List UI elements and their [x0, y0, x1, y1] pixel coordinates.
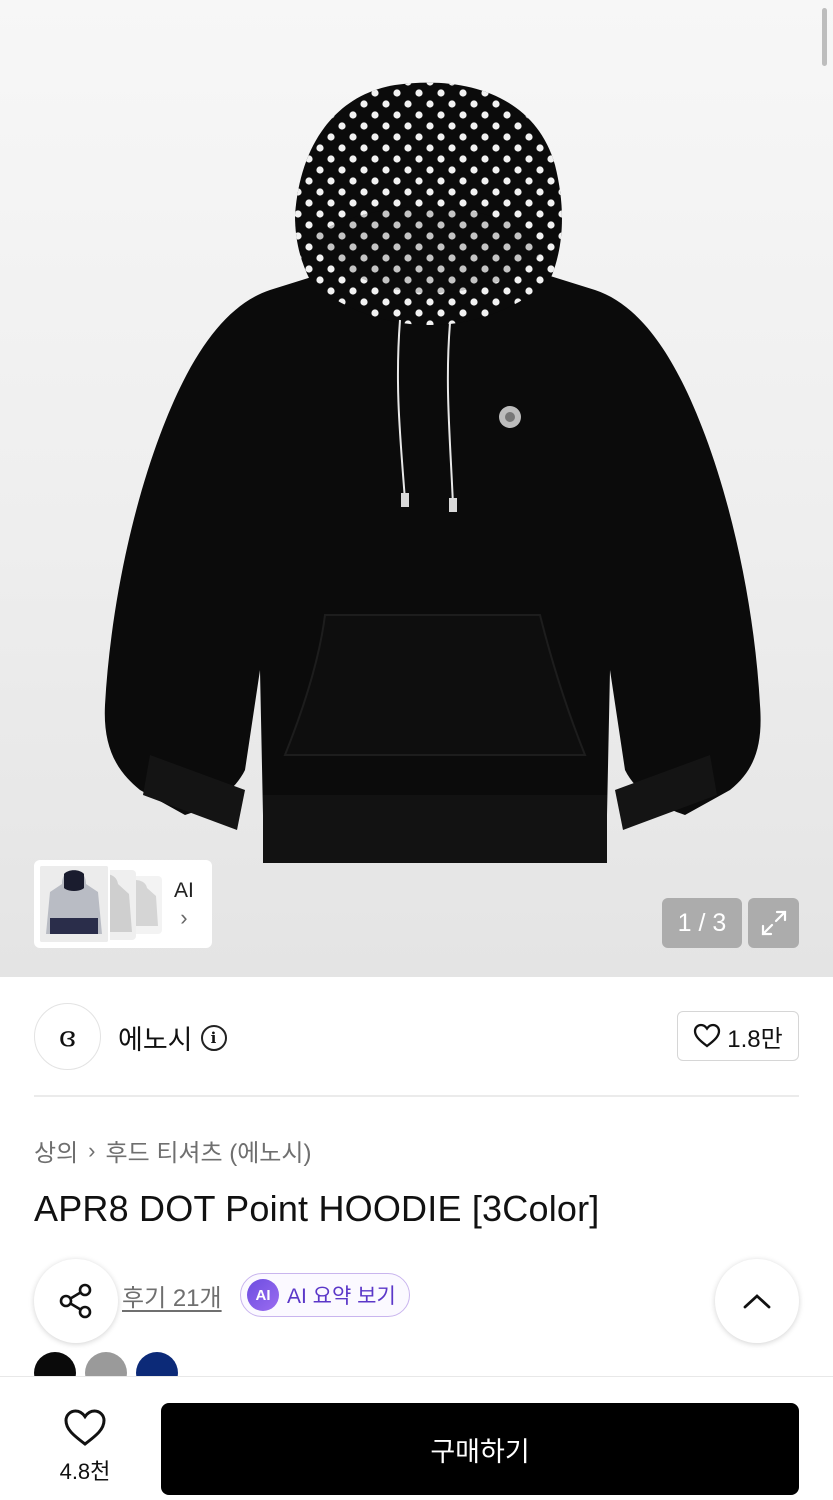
scroll-to-top-button[interactable]: [715, 1259, 799, 1343]
product-image[interactable]: [95, 55, 765, 875]
product-title: APR8 DOT Point HOODIE [3Color]: [34, 1188, 600, 1229]
chevron-right-icon: ›: [88, 1137, 96, 1163]
brand-name: 에노시: [118, 1025, 193, 1055]
scrollbar[interactable]: [822, 8, 827, 66]
ai-summary-label: AI 요약 보기: [287, 1285, 396, 1308]
image-counter: 1 / 3: [662, 898, 742, 948]
expand-image-button[interactable]: [748, 898, 799, 948]
heart-icon: [694, 1023, 721, 1048]
info-icon-glyph: i: [210, 1028, 217, 1047]
ai-label-group: AI ›: [174, 880, 194, 929]
brand-name-row[interactable]: 에노시 i: [118, 1018, 227, 1057]
divider: [34, 1095, 799, 1097]
thumbnail-stack: [38, 864, 166, 944]
buy-button[interactable]: 구매하기: [161, 1403, 799, 1495]
chevron-up-icon: [743, 1294, 771, 1309]
ai-badge-icon: AI: [247, 1279, 279, 1311]
brand-logo[interactable]: ɞ: [34, 1003, 101, 1070]
ai-label: AI: [174, 878, 194, 902]
wishlist-button[interactable]: 4.8천: [46, 1408, 124, 1486]
info-icon[interactable]: i: [200, 1024, 227, 1051]
ai-summary-button[interactable]: AI AI 요약 보기: [240, 1273, 410, 1317]
review-count-link[interactable]: 후기 21개: [122, 1278, 222, 1313]
wishlist-count: 4.8천: [59, 1459, 111, 1484]
heart-icon: [64, 1409, 106, 1446]
share-icon: [59, 1283, 92, 1319]
expand-icon: [761, 910, 786, 936]
product-gallery[interactable]: AI › 1 / 3: [0, 0, 833, 977]
share-button[interactable]: [34, 1259, 118, 1343]
breadcrumb-category[interactable]: 상의: [34, 1133, 78, 1168]
brand-like-button[interactable]: 1.8만: [677, 1011, 799, 1061]
thumbnail-image: [38, 864, 110, 944]
chevron-right-icon: ›: [180, 904, 188, 930]
ai-similar-products-card[interactable]: AI ›: [34, 860, 212, 948]
breadcrumb-subcategory[interactable]: 후드 티셔츠 (에노시): [106, 1133, 312, 1168]
brand-logo-mark: ɞ: [58, 1020, 77, 1053]
brand-like-count: 1.8만: [727, 1025, 783, 1053]
breadcrumb: 상의 › 후드 티셔츠 (에노시): [34, 1133, 311, 1168]
